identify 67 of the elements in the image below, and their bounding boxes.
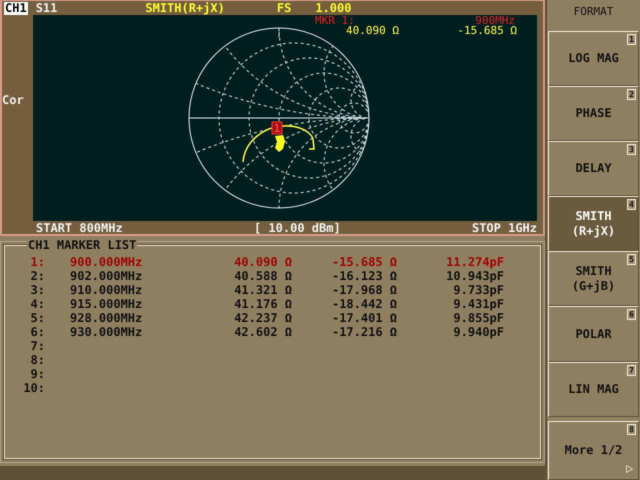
marker-list-title: CH1 MARKER LIST xyxy=(27,238,138,252)
marker-frequency: 900.000MHz xyxy=(70,255,144,269)
parameter-label: S11 xyxy=(36,1,58,15)
marker-capacitance: 10.943pF xyxy=(445,269,504,283)
marker-reactance: -18.442 Ω xyxy=(330,297,397,311)
marker-resistance: 40.588 Ω xyxy=(233,269,292,283)
power-level: [ 10.00 dBm] xyxy=(254,221,341,235)
key-number: 3 xyxy=(627,144,636,155)
key-number: 4 xyxy=(627,199,636,210)
trace-cluster xyxy=(275,135,285,152)
softkey-button[interactable]: 7 LIN MAG xyxy=(548,362,639,417)
key-number: 2 xyxy=(627,88,636,100)
marker-capacitance: 9.431pF xyxy=(452,297,504,311)
key-number: 7 xyxy=(627,364,636,376)
marker-resistance: 41.176 Ω xyxy=(233,297,292,311)
start-frequency: START 800MHz xyxy=(36,221,123,235)
key-number: 5 xyxy=(627,254,636,266)
marker-reactance: -17.216 Ω xyxy=(330,325,397,339)
marker-number: 2: xyxy=(30,269,45,283)
marker-frequency: 928.000MHz xyxy=(70,311,144,325)
correction-label: Cor xyxy=(2,92,25,109)
marker-resistance: 41.321 Ω xyxy=(233,283,292,297)
marker-frequency: 910.000MHz xyxy=(70,283,144,297)
marker-capacitance: 11.274pF xyxy=(445,255,504,269)
channel-label: CH1 xyxy=(4,2,28,14)
softkey-button[interactable]: 8 More 1/2 xyxy=(548,420,639,480)
marker-number: 8: xyxy=(30,353,45,367)
softkey-button[interactable]: 2 PHASE xyxy=(548,86,639,141)
marker-capacitance: 9.733pF xyxy=(452,283,504,297)
softkey-button[interactable]: 4 SMITH (R+jX) xyxy=(548,196,639,252)
format-label: SMITH(R+jX) xyxy=(145,1,225,15)
marker-number: 9: xyxy=(30,367,45,381)
marker-reactance: -15.685 Ω xyxy=(457,24,517,37)
marker-number: 6: xyxy=(30,325,45,339)
stop-frequency: STOP 1GHz xyxy=(472,221,537,235)
marker-resistance: 40.090 Ω xyxy=(346,24,399,37)
scale-label: FS xyxy=(276,1,292,15)
marker-reactance: -17.968 Ω xyxy=(330,283,397,297)
marker-capacitance: 9.940pF xyxy=(452,325,504,339)
key-number: 1 xyxy=(627,34,636,45)
key-number: 8 xyxy=(627,424,636,435)
marker-reactance: -16.123 Ω xyxy=(330,269,397,283)
marker-frequency: 915.000MHz xyxy=(70,297,144,311)
marker-resistance: 42.602 Ω xyxy=(233,325,292,339)
marker-resistance: 42.237 Ω xyxy=(233,311,292,325)
marker-number: 1: xyxy=(30,255,45,269)
marker-frequency: 930.000MHz xyxy=(70,325,144,339)
key-number: 6 xyxy=(627,309,636,320)
softkey-button[interactable]: 3 DELAY xyxy=(548,140,639,196)
softkey-button[interactable]: 1 LOG MAG xyxy=(548,30,639,86)
marker-number: 4: xyxy=(30,297,45,311)
marker-reactance: -17.401 Ω xyxy=(330,311,397,325)
marker-number: 7: xyxy=(30,339,45,353)
marker-frequency: 902.000MHz xyxy=(70,269,144,283)
marker-number: 10: xyxy=(22,381,45,395)
marker-frequency: 900MHz xyxy=(475,14,515,27)
marker-flag: 1 xyxy=(272,122,282,135)
marker-number: 5: xyxy=(30,311,45,325)
softkey-button[interactable]: 6 POLAR xyxy=(548,306,639,362)
marker-capacitance: 9.855pF xyxy=(452,311,504,325)
scale-value: 1.000 xyxy=(315,1,352,15)
marker-reactance: -15.685 Ω xyxy=(330,255,397,269)
marker-resistance: 40.090 Ω xyxy=(233,255,292,269)
marker-number: 3: xyxy=(30,283,45,297)
softkey-button[interactable]: 5 SMITH (G+jB) xyxy=(548,251,639,306)
menu-title: FORMAT xyxy=(572,4,614,20)
marker-label: MKR 1: xyxy=(315,14,355,27)
